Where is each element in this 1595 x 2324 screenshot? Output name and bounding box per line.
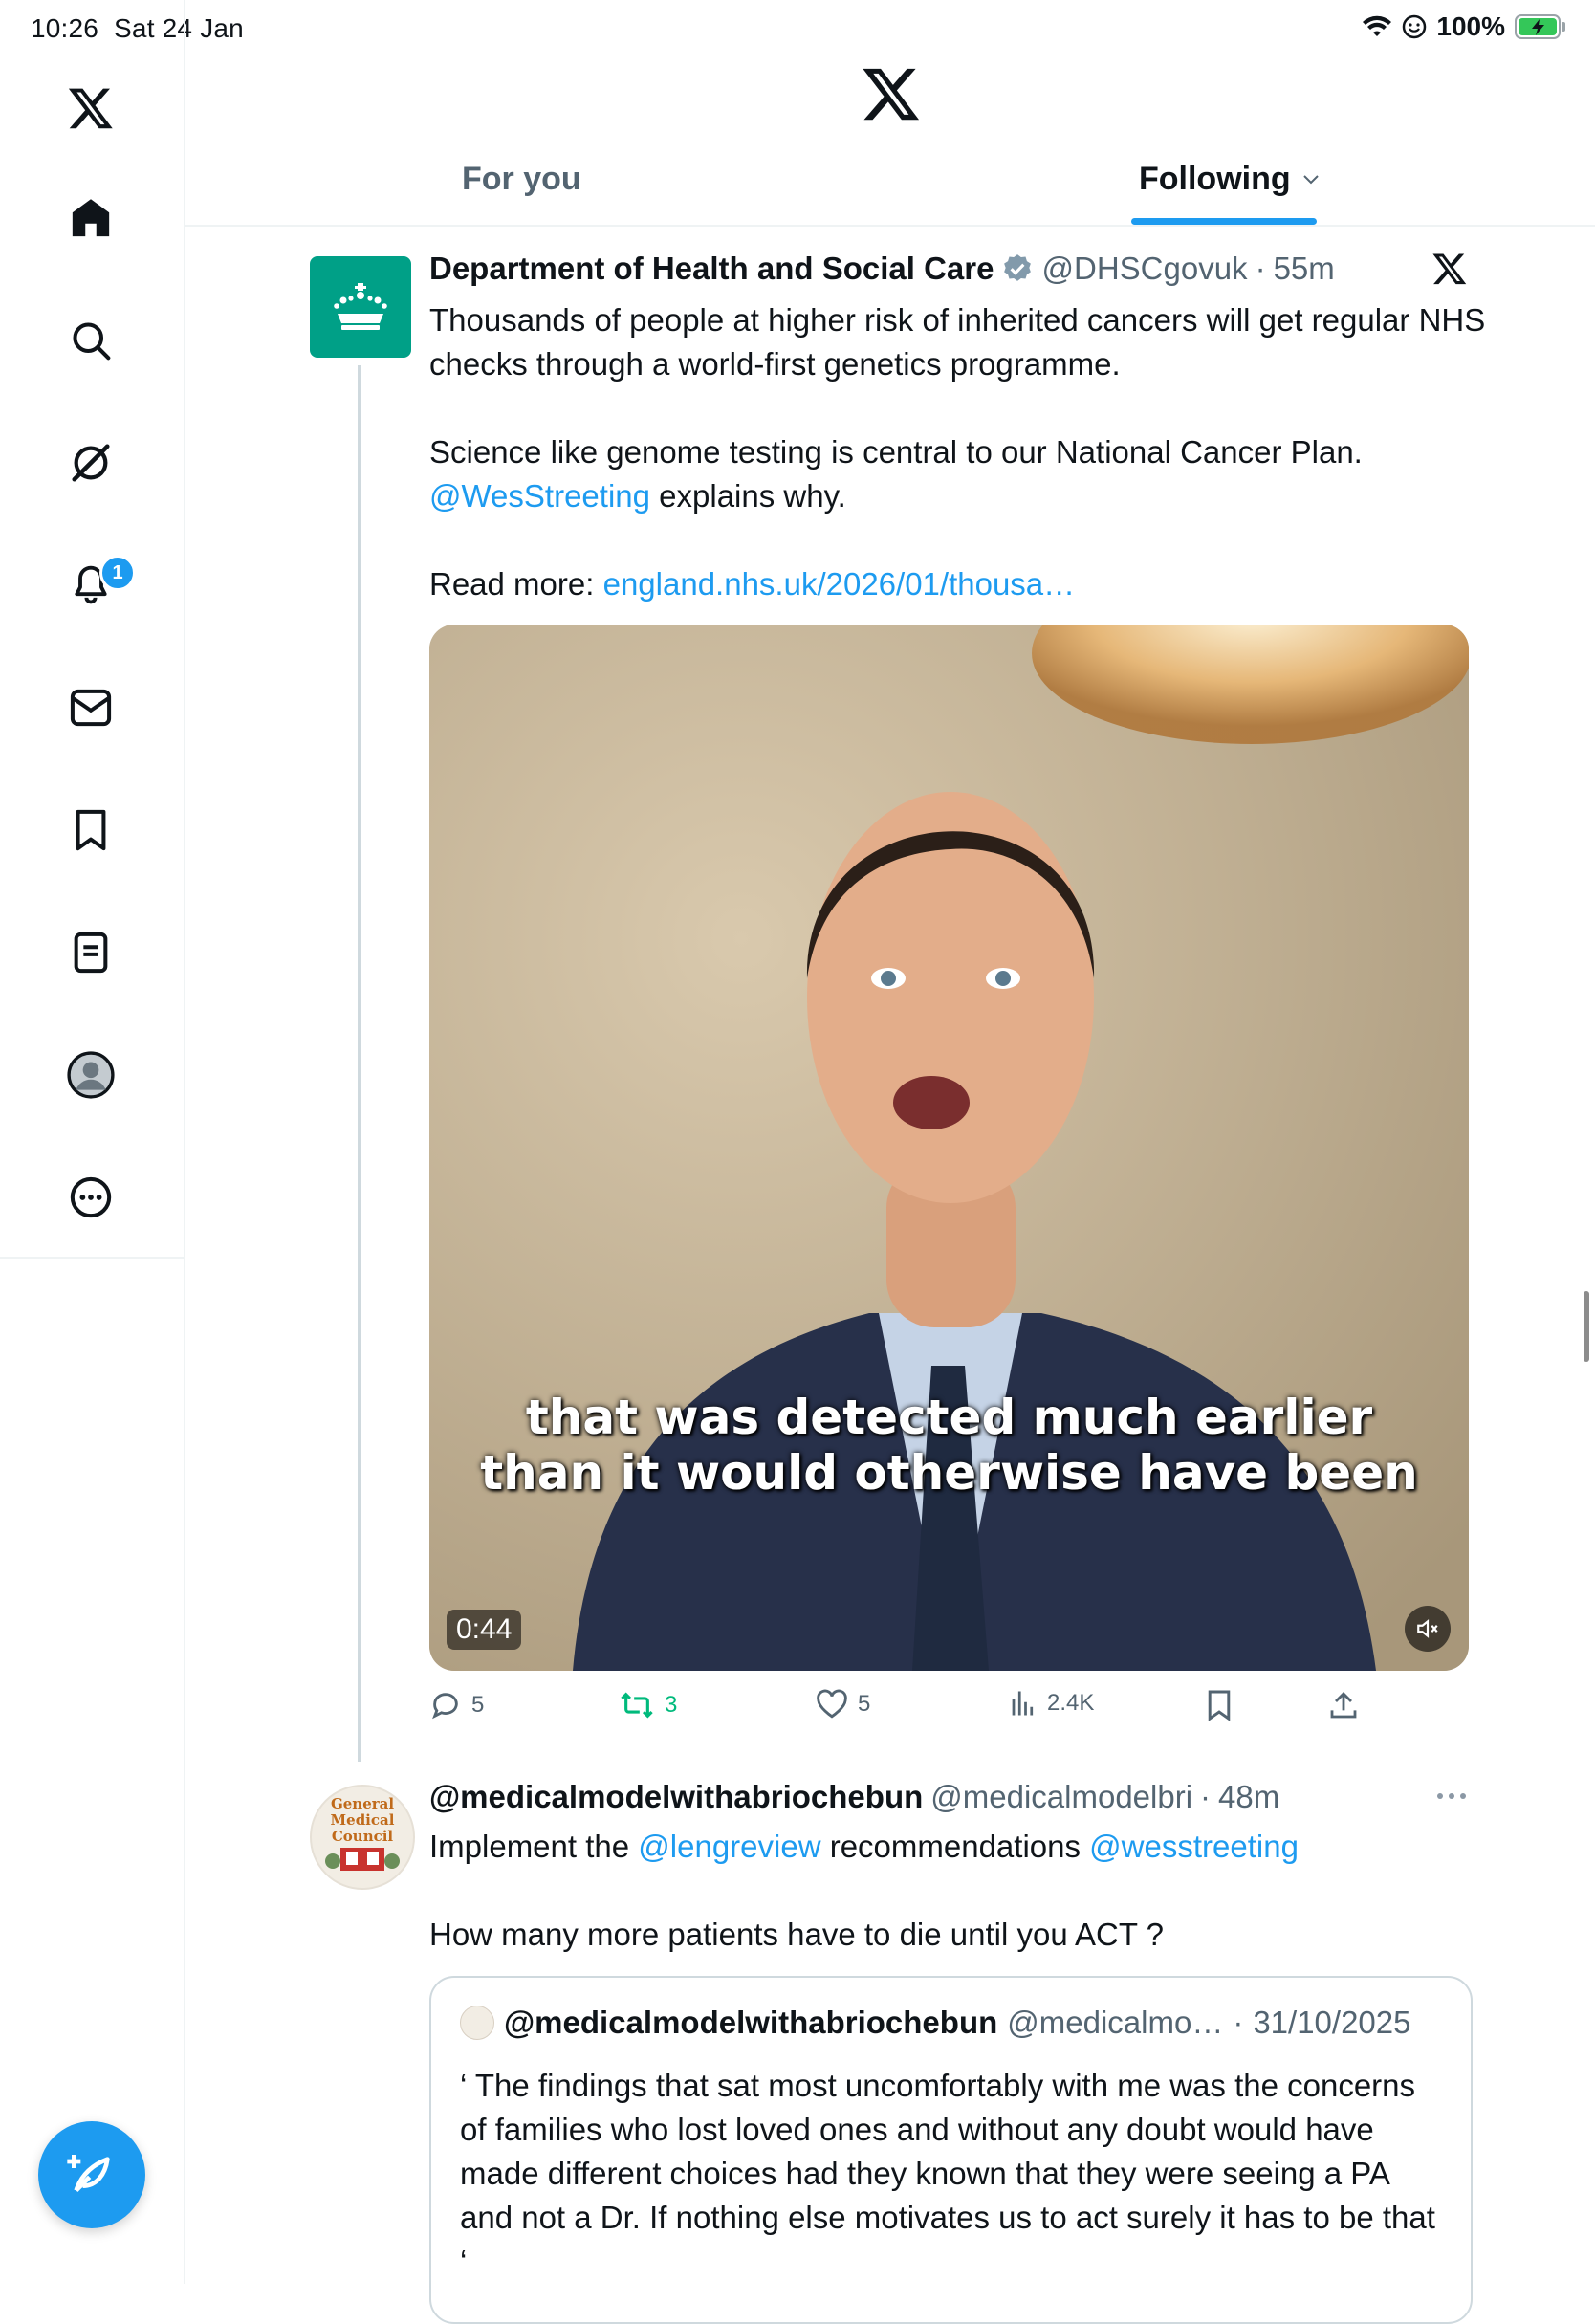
thread-connector <box>358 365 361 1762</box>
messages-icon[interactable] <box>63 680 119 735</box>
dot-separator: · <box>1200 1779 1212 1814</box>
notifications-badge: 1 <box>99 555 136 591</box>
scrollbar[interactable] <box>1584 1291 1589 1362</box>
reply-count: 5 <box>471 1692 485 1718</box>
header-x-logo-icon[interactable] <box>861 63 922 124</box>
compose-button[interactable] <box>38 2121 145 2228</box>
search-icon[interactable] <box>63 313 119 368</box>
mention-link[interactable]: @lengreview <box>638 1829 820 1864</box>
heart-icon <box>817 1689 847 1719</box>
reply-icon <box>432 1693 458 1720</box>
repost-count: 3 <box>665 1692 678 1718</box>
tab-following[interactable]: Following <box>1139 161 1320 198</box>
author-handle[interactable]: @medicalmodelbri <box>930 1779 1192 1815</box>
quote-author-name[interactable]: @medicalmodelwithabriochebun <box>504 2005 997 2041</box>
quote-text: ‘ The findings that sat most uncomfortab… <box>460 2068 1435 2279</box>
avatar-illustration <box>325 1848 400 1871</box>
compose-icon <box>67 2155 110 2192</box>
author-name[interactable]: Department of Health and Social Care <box>429 251 994 287</box>
tweet-2-text-a: Implement the <box>429 1829 639 1864</box>
verified-badge-icon <box>1004 254 1032 281</box>
caption-line-1: that was detected much earlier <box>525 1390 1373 1445</box>
quote-author-handle[interactable]: @medicalmo… <box>1007 2005 1223 2041</box>
x-logo-icon[interactable] <box>63 80 119 136</box>
sidebar-nav: 1 <box>0 0 185 2284</box>
tweet-body: Thousands of people at higher risk of in… <box>429 298 1491 606</box>
quote-avatar[interactable] <box>460 2006 494 2040</box>
like-count: 5 <box>858 1691 871 1717</box>
author-name[interactable]: @medicalmodelwithabriochebun <box>429 1779 923 1815</box>
tweet-time[interactable]: 48m <box>1218 1779 1279 1815</box>
grok-icon[interactable] <box>63 435 119 491</box>
tab-following-label: Following <box>1139 161 1291 197</box>
tweet-source-x-icon[interactable] <box>1431 251 1468 292</box>
bookmarks-icon[interactable] <box>63 802 119 858</box>
analytics-icon <box>1012 1691 1034 1716</box>
share-icon <box>1330 1692 1357 1719</box>
tweet-2-paragraph-2: How many more patients have to die until… <box>429 1917 1164 1952</box>
video-player[interactable]: that was detected much earlier than it w… <box>429 625 1469 1671</box>
royal-crest-icon <box>334 283 387 330</box>
tweet-2-paragraph-1: Implement the @lengreview recommendation… <box>429 1825 1491 1869</box>
battery-charging-icon <box>1515 14 1565 39</box>
repost-icon <box>621 1692 653 1719</box>
active-tab-indicator <box>1131 218 1317 225</box>
chevron-down-icon <box>1302 174 1319 184</box>
views-count: 2.4K <box>1047 1690 1095 1716</box>
mention-link[interactable]: @wesstreeting <box>1089 1829 1299 1864</box>
video-caption: that was detected much earlier than it w… <box>429 1390 1469 1501</box>
dot-separator: · <box>1255 251 1266 286</box>
status-bar-indicators: 100% <box>1362 11 1566 42</box>
tweet-2-body: Implement the @lengreview recommendation… <box>429 1825 1491 1957</box>
dhsc-avatar[interactable] <box>310 256 411 358</box>
more-horizontal-icon <box>1437 1793 1466 1799</box>
author-handle[interactable]: @DHSCgovuk <box>1041 251 1247 287</box>
tweet-2-text-b: recommendations <box>820 1829 1090 1864</box>
repost-button[interactable]: 3 <box>619 1689 677 1721</box>
tweet-paragraph-1: Thousands of people at higher risk of in… <box>429 302 1486 382</box>
tweet-paragraph-3: Read more: england.nhs.uk/2026/01/thousa… <box>429 562 1491 606</box>
views-button[interactable]: 2.4K <box>1009 1689 1094 1718</box>
tweet-2-header: @medicalmodelwithabriochebun @medicalmod… <box>429 1779 1279 1815</box>
tweet-header: Department of Health and Social Care @DH… <box>429 251 1335 287</box>
tweet-paragraph-2: Science like genome testing is central t… <box>429 430 1491 518</box>
video-duration: 0:44 <box>447 1610 522 1650</box>
lists-icon[interactable] <box>63 925 119 980</box>
reply-button[interactable]: 5 <box>429 1689 484 1721</box>
quoted-tweet[interactable]: @medicalmodelwithabriochebun @medicalmo…… <box>429 1976 1473 2324</box>
mute-button[interactable] <box>1405 1606 1451 1652</box>
quote-date[interactable]: 31/10/2025 <box>1253 2005 1410 2041</box>
sidebar-divider <box>0 1257 184 1259</box>
tweet-actions: 5 3 5 2.4K <box>429 1689 1386 1727</box>
mention-link[interactable]: @WesStreeting <box>429 478 650 514</box>
tweet-time[interactable]: 55m <box>1274 251 1335 287</box>
muted-speaker-icon <box>1417 1619 1438 1638</box>
share-button[interactable] <box>1328 1689 1359 1721</box>
caption-line-2: than it would otherwise have been <box>480 1445 1418 1501</box>
home-icon[interactable] <box>63 190 119 246</box>
tabs-divider <box>185 225 1595 227</box>
video-frame <box>429 625 1469 1671</box>
tweet-paragraph-2-tail: explains why. <box>649 478 846 514</box>
dot-separator: · <box>1233 2005 1244 2040</box>
wifi-icon <box>1363 15 1392 36</box>
readmore-label: Read more: <box>429 566 603 602</box>
bookmark-button[interactable] <box>1206 1689 1233 1721</box>
tab-for-you[interactable]: For you <box>462 161 581 198</box>
tweet-paragraph-2-text: Science like genome testing is central t… <box>429 434 1363 470</box>
profile-icon[interactable] <box>63 1047 119 1103</box>
bookmark-icon <box>1208 1690 1231 1721</box>
like-button[interactable]: 5 <box>816 1689 870 1720</box>
readmore-link[interactable]: england.nhs.uk/2026/01/thousa… <box>603 566 1076 602</box>
quote-header: @medicalmodelwithabriochebun @medicalmo…… <box>460 2005 1411 2041</box>
battery-percent: 100% <box>1436 11 1505 41</box>
more-options-button[interactable] <box>1434 1785 1469 1812</box>
more-icon[interactable] <box>63 1170 119 1225</box>
focus-icon <box>1403 14 1427 39</box>
author-avatar[interactable]: General Medical Council <box>310 1785 415 1890</box>
